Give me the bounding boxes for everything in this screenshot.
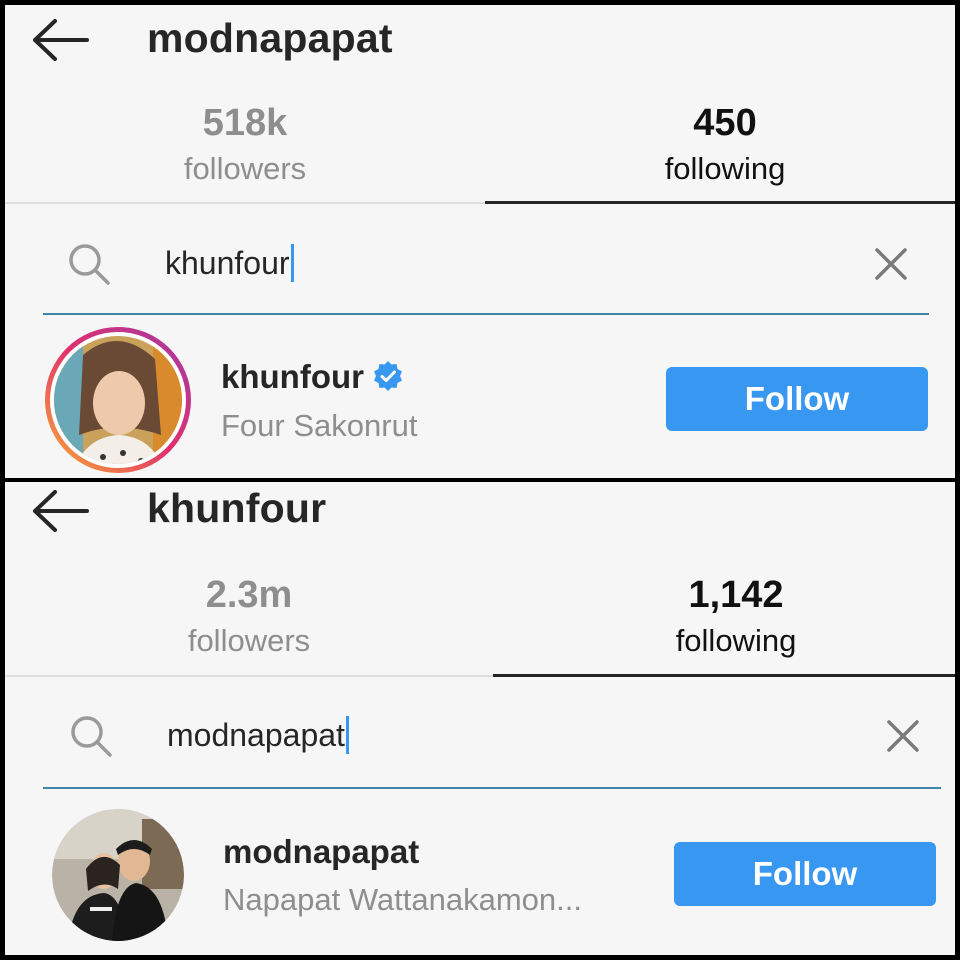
following-count: 1,142 (688, 574, 784, 616)
result-full-name: Four Sakonrut (221, 408, 418, 443)
tab-following[interactable]: 450 following (605, 100, 845, 192)
result-username-text: khunfour (221, 358, 364, 395)
result-full-name: Napapat Wattanakamon... (223, 882, 582, 917)
search-bar: khunfour (5, 208, 955, 318)
search-underline (43, 313, 929, 315)
followers-count: 518k (202, 102, 288, 144)
search-input-value: khunfour (165, 245, 290, 281)
search-input-value: modnapapat (167, 717, 345, 753)
active-tab-indicator (485, 201, 955, 204)
tab-followers[interactable]: 518k followers (125, 100, 365, 192)
avatar-modnapapat[interactable] (52, 809, 184, 941)
text-caret (345, 716, 349, 754)
search-bar: modnapapat (5, 680, 955, 790)
following-count: 450 (693, 102, 757, 144)
followers-count: 2.3m (205, 574, 293, 616)
arrow-left-icon[interactable] (31, 15, 91, 65)
arrow-left-icon[interactable] (31, 486, 91, 536)
tab-followers[interactable]: 2.3m followers (129, 572, 369, 664)
panel-modnapapat-following: modnapapat 518k followers 450 following … (5, 5, 955, 478)
close-icon[interactable] (883, 716, 923, 756)
profile-header: modnapapat (5, 5, 955, 75)
text-caret (290, 244, 294, 282)
search-input[interactable]: khunfour (165, 244, 294, 282)
following-label: following (664, 151, 786, 186)
active-tab-indicator (493, 674, 955, 677)
following-label: following (675, 623, 797, 658)
follow-button[interactable]: Follow (666, 367, 928, 431)
page-title: khunfour (147, 485, 327, 531)
follow-button[interactable]: Follow (674, 842, 936, 906)
page-title: modnapapat (147, 15, 393, 61)
search-input[interactable]: modnapapat (167, 716, 349, 754)
tab-following[interactable]: 1,142 following (616, 572, 856, 664)
search-icon (65, 240, 113, 288)
profile-header: khunfour (5, 482, 955, 552)
panel-khunfour-following: khunfour 2.3m followers 1,142 following … (5, 482, 955, 955)
search-icon (67, 712, 115, 760)
search-underline (43, 787, 941, 789)
result-username[interactable]: modnapapat (223, 833, 419, 871)
avatar-khunfour[interactable] (43, 325, 193, 475)
followers-label: followers (187, 623, 311, 658)
result-username[interactable]: khunfour (221, 358, 404, 396)
verified-badge-icon (372, 360, 404, 392)
close-icon[interactable] (871, 244, 911, 284)
followers-label: followers (183, 151, 307, 186)
